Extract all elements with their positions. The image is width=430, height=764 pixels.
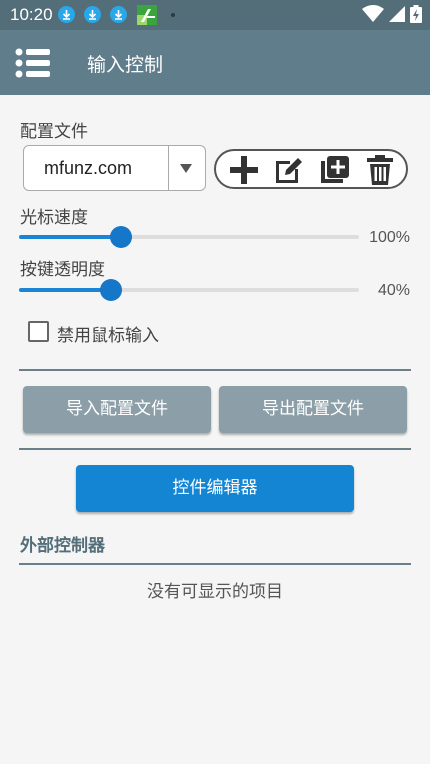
chevron-down-icon — [180, 164, 192, 173]
wifi-icon — [361, 5, 389, 27]
notification-dot — [171, 13, 175, 17]
download-icon — [110, 6, 127, 23]
download-icon — [84, 6, 101, 23]
export-config-button[interactable]: 导出配置文件 — [219, 386, 407, 433]
duplicate-icon[interactable] — [319, 155, 351, 185]
add-icon[interactable] — [228, 155, 260, 185]
config-label: 配置文件 — [20, 122, 88, 142]
status-time: 10:20 — [10, 5, 53, 24]
disable-mouse-label[interactable]: 禁用鼠标输入 — [57, 321, 159, 346]
cursor-speed-label: 光标速度 — [20, 208, 88, 228]
key-opacity-fill — [19, 288, 111, 292]
control-editor-button[interactable]: 控件编辑器 — [76, 465, 354, 512]
menu-icon[interactable] — [14, 46, 52, 80]
cursor-speed-value: 100% — [369, 229, 410, 246]
edit-icon[interactable] — [273, 155, 305, 185]
key-opacity-label: 按键透明度 — [20, 260, 105, 280]
status-bar: 10:20 — [0, 0, 430, 30]
divider — [19, 448, 411, 450]
page-title: 输入控制 — [87, 54, 164, 76]
dropdown-divider — [168, 146, 169, 190]
empty-list-message: 没有可显示的项目 — [147, 582, 283, 602]
battery-charging-icon — [410, 5, 422, 27]
external-controller-heading: 外部控制器 — [20, 536, 105, 556]
divider — [19, 369, 411, 371]
disable-mouse-checkbox[interactable] — [28, 321, 49, 342]
config-dropdown[interactable]: mfunz.com — [23, 145, 206, 191]
config-actions — [214, 149, 408, 189]
import-config-button[interactable]: 导入配置文件 — [23, 386, 211, 433]
key-opacity-thumb[interactable] — [100, 279, 122, 301]
delete-icon[interactable] — [364, 155, 396, 185]
divider — [19, 563, 411, 565]
cursor-speed-thumb[interactable] — [110, 226, 132, 248]
cell-signal-icon — [388, 6, 410, 27]
system-icons — [361, 5, 422, 27]
toolbar: 输入控制 — [0, 30, 430, 95]
key-opacity-value: 40% — [377, 282, 410, 299]
app-icon — [137, 5, 157, 29]
config-selected: mfunz.com — [44, 158, 133, 178]
download-icon — [58, 6, 75, 23]
cursor-speed-fill — [19, 235, 121, 239]
